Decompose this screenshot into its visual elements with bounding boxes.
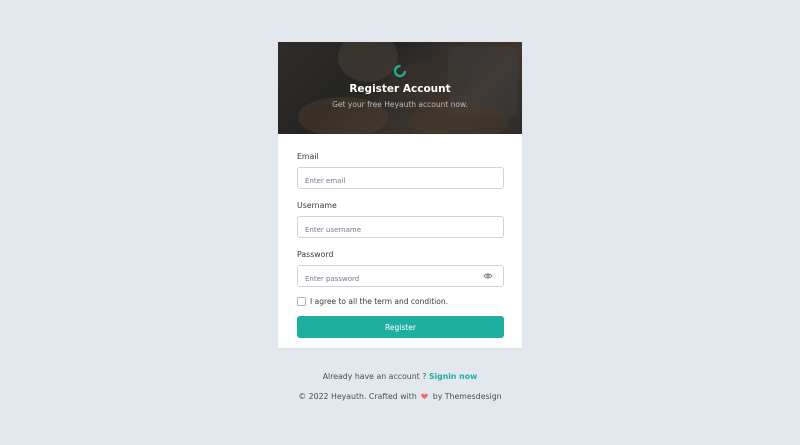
- password-label: Password: [297, 250, 334, 259]
- logo-ring-icon: [393, 64, 407, 78]
- page-subtitle: Get your free Heyauth account now.: [332, 100, 468, 109]
- copyright-line: © 2022 Heyauth. Crafted with by Themesde…: [0, 392, 800, 401]
- email-label: Email: [297, 152, 319, 161]
- password-field[interactable]: [298, 269, 475, 289]
- email-field[interactable]: [298, 171, 475, 191]
- card-header: Register Account Get your free Heyauth a…: [278, 42, 522, 134]
- agree-terms-row: I agree to all the term and condition.: [297, 297, 504, 306]
- password-field-wrapper: [297, 265, 504, 289]
- register-card: Register Account Get your free Heyauth a…: [278, 42, 522, 348]
- username-field[interactable]: [298, 220, 475, 240]
- copyright-prefix: © 2022 Heyauth. Crafted with: [298, 392, 417, 401]
- eye-icon[interactable]: [483, 272, 493, 280]
- register-button[interactable]: Register: [297, 316, 504, 338]
- register-form: Email Username Password I agree to all t…: [297, 152, 504, 338]
- email-field-wrapper: [297, 167, 504, 191]
- signin-prompt-line: Already have an account ? Signin now: [0, 372, 800, 381]
- page-title: Register Account: [349, 83, 451, 95]
- username-label: Username: [297, 201, 337, 210]
- agree-terms-label[interactable]: I agree to all the term and condition.: [310, 297, 448, 306]
- heart-icon: [421, 393, 429, 400]
- agree-terms-checkbox[interactable]: [297, 297, 306, 306]
- username-field-wrapper: [297, 216, 504, 240]
- copyright-suffix: by Themesdesign: [432, 392, 502, 401]
- signin-link[interactable]: Signin now: [429, 372, 477, 381]
- signin-prompt-text: Already have an account ?: [322, 372, 427, 381]
